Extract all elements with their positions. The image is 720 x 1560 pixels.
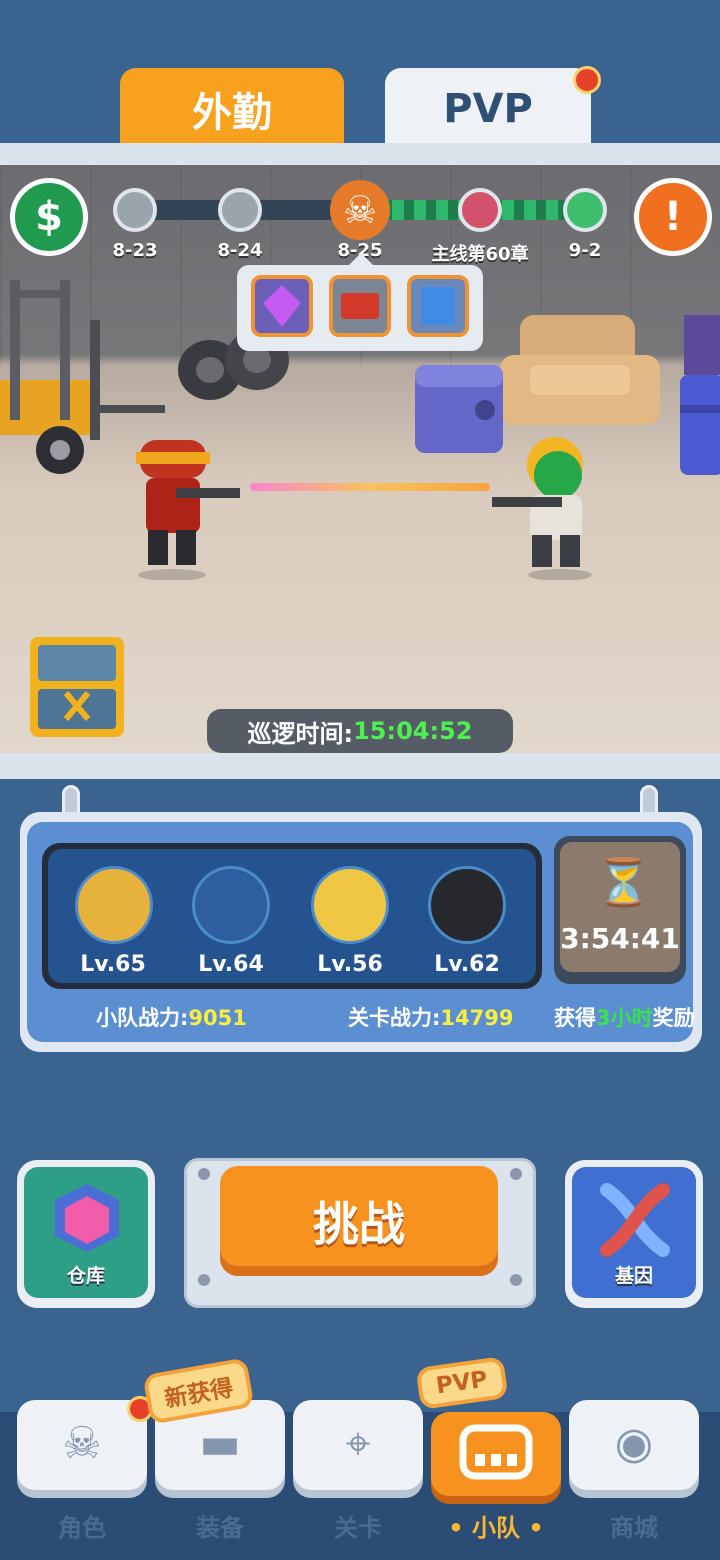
- warehouse-label: 仓库: [66, 1265, 105, 1287]
- challenge-button[interactable]: 挑战: [220, 1166, 498, 1276]
- tab-field-duty-label: 外勤: [192, 90, 272, 136]
- stage-power: 关卡战力:14799: [348, 1002, 513, 1032]
- patrol-label: 巡逻时间:: [247, 719, 354, 748]
- nav-equipment-label: 装备: [196, 1514, 244, 1542]
- stage-node-8-23[interactable]: [113, 188, 157, 232]
- pvp-badge-label: PVP: [434, 1366, 490, 1400]
- hero-avatar-4[interactable]: [428, 866, 506, 944]
- nav-character-label: 角色: [58, 1514, 106, 1542]
- shop-icon: ◉: [614, 1418, 654, 1469]
- rivet: [510, 1274, 522, 1286]
- idle-reward-text: 获得3小时奖励: [554, 1002, 695, 1032]
- rivet: [198, 1168, 210, 1180]
- stage-label-9-2: 9-2: [568, 240, 602, 261]
- pvp-badge: PVP: [415, 1356, 509, 1410]
- cash-icon[interactable]: $: [10, 178, 88, 256]
- new-item-badge-label: 新获得: [162, 1375, 236, 1413]
- blue-card-icon[interactable]: [407, 275, 469, 337]
- map-icon: ⌖: [345, 1418, 371, 1469]
- barrel-image: [680, 315, 720, 475]
- enemy-character: [492, 437, 592, 580]
- lock-icon[interactable]: [458, 188, 502, 232]
- nav-character[interactable]: ☠: [17, 1396, 153, 1490]
- red-ticket-icon[interactable]: [329, 275, 391, 337]
- hero-level-4: Lv.62: [434, 952, 500, 977]
- warehouse-button[interactable]: 仓库: [17, 1160, 155, 1308]
- bullet-trail: [250, 483, 490, 491]
- notification-dot: [573, 66, 601, 94]
- purple-gem-icon[interactable]: [251, 275, 313, 337]
- boss-skull-icon[interactable]: ☠: [330, 180, 390, 240]
- player-character: [136, 440, 240, 580]
- sofa-image: [500, 315, 660, 425]
- squad-icon: [459, 1424, 533, 1480]
- rivet: [510, 1168, 522, 1180]
- nav-squad-label-text: 小队: [472, 1514, 520, 1542]
- gene-label: 基因: [614, 1265, 653, 1287]
- stage-label-8-24: 8-24: [217, 240, 263, 261]
- idle-reward-timer: 3:54:41: [560, 922, 680, 955]
- hero-level-2: Lv.64: [198, 952, 264, 977]
- dna-icon: [600, 1183, 670, 1257]
- nav-squad[interactable]: [431, 1412, 561, 1496]
- stage-label-chapter: 主线第60章: [431, 244, 529, 265]
- hero-avatar-2[interactable]: [192, 866, 270, 944]
- rivet: [198, 1274, 210, 1286]
- hero-level-3: Lv.56: [317, 952, 383, 977]
- nav-squad-label: • 小队 •: [448, 1514, 544, 1542]
- skull-icon: ☠: [62, 1418, 102, 1469]
- team-power-label: 小队战力:: [96, 1006, 189, 1030]
- tab-pvp-label: PVP: [443, 86, 533, 132]
- hero-avatar-1[interactable]: [75, 866, 153, 944]
- tab-pvp[interactable]: PVP: [385, 66, 601, 150]
- warehouse-cube-icon: [55, 1184, 119, 1252]
- gun-icon: ▬: [199, 1418, 241, 1469]
- nav-shop[interactable]: ◉: [569, 1400, 699, 1490]
- gene-button[interactable]: 基因: [565, 1160, 703, 1308]
- reward-hours: 3小时: [596, 1006, 653, 1030]
- challenge-label: 挑战: [313, 1197, 405, 1251]
- patrol-time: 15:04:52: [353, 717, 473, 745]
- team-power-value: 9051: [188, 1006, 247, 1030]
- treasure-chest-icon[interactable]: [28, 635, 128, 745]
- hero-avatar-3[interactable]: [311, 866, 389, 944]
- nav-stage-label: 关卡: [334, 1514, 382, 1542]
- exclamation-icon[interactable]: !: [634, 178, 712, 256]
- reward-prefix: 获得: [554, 1006, 596, 1030]
- team-power: 小队战力:9051: [96, 1002, 247, 1032]
- reward-suffix: 奖励: [652, 1006, 695, 1030]
- hero-level-1: Lv.65: [80, 952, 146, 977]
- stage-node-9-2[interactable]: [563, 188, 607, 232]
- stage-reward-popup: [237, 253, 483, 351]
- nav-stage[interactable]: ⌖: [293, 1400, 423, 1490]
- nav-shop-label: 商城: [610, 1514, 658, 1542]
- patrol-timer: 巡逻时间: 15:04:52: [207, 709, 513, 753]
- hourglass-icon: ⏳: [595, 855, 653, 909]
- stage-label-8-23: 8-23: [112, 240, 158, 261]
- stage-power-label: 关卡战力:: [348, 1006, 441, 1030]
- tab-field-duty[interactable]: 外勤: [120, 68, 344, 150]
- stage-power-value: 14799: [440, 1006, 514, 1030]
- stage-node-8-24[interactable]: [218, 188, 262, 232]
